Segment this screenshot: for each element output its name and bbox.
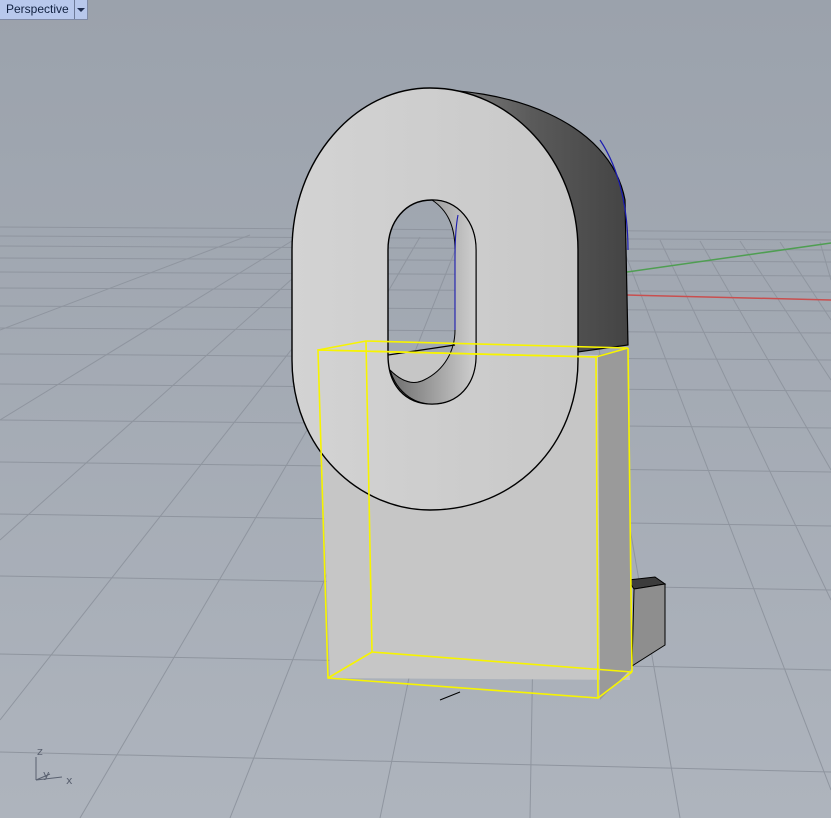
- viewport-perspective[interactable]: Perspective z y x: [0, 0, 831, 818]
- viewport-title[interactable]: Perspective: [0, 0, 74, 19]
- axis-z-label: z: [37, 745, 43, 758]
- letter-o-solid[interactable]: [291, 87, 632, 701]
- viewport-title-tab[interactable]: Perspective: [0, 0, 88, 20]
- axis-x-label: x: [66, 774, 73, 787]
- 3d-scene[interactable]: z y x: [0, 0, 831, 818]
- chevron-down-icon[interactable]: [73, 0, 87, 19]
- axis-y-label: y: [43, 768, 50, 781]
